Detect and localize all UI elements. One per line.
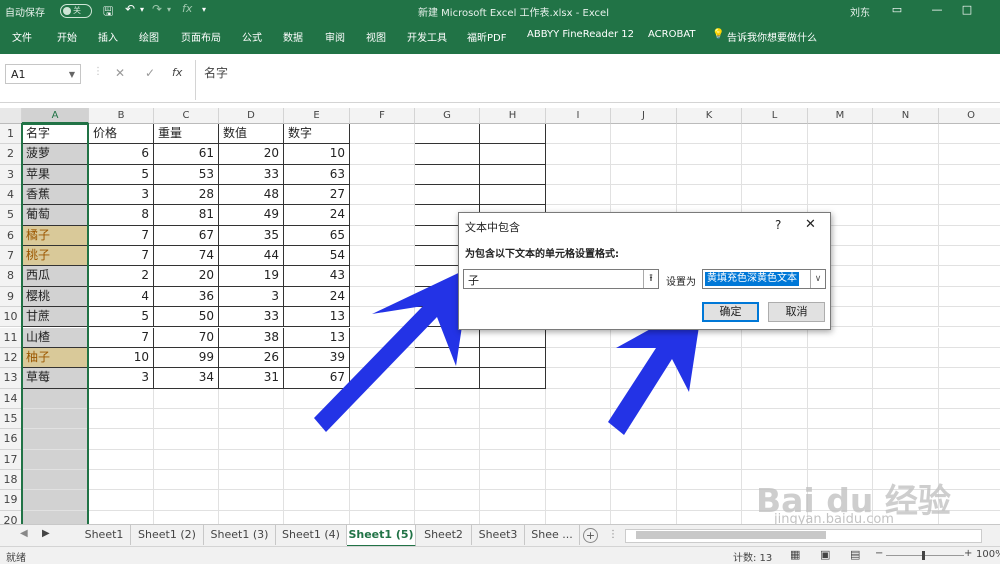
help-icon[interactable]: ?: [775, 218, 781, 232]
scroll-right-icon[interactable]: ▶: [42, 528, 50, 539]
watermark: Bai du 经验 jingyan.baidu.com: [756, 474, 996, 527]
sheet-tab-active[interactable]: Sheet1 (5): [347, 525, 416, 547]
ok-button[interactable]: 确定: [702, 302, 759, 322]
format-select[interactable]: 黄填充色深黄色文本 ∨: [702, 269, 826, 289]
sheet-tab[interactable]: Sheet1 (2): [131, 525, 204, 545]
close-icon[interactable]: ✕: [805, 217, 816, 232]
normal-view-icon[interactable]: ▦: [790, 548, 800, 561]
cancel-button[interactable]: 取消: [768, 302, 825, 322]
zoom-slider-thumb[interactable]: [922, 551, 925, 560]
scroll-left-icon[interactable]: ◀: [20, 528, 28, 539]
scrollbar-thumb[interactable]: [636, 531, 826, 539]
zoom-slider[interactable]: [886, 551, 964, 560]
sheet-tab[interactable]: Sheet1 (3): [204, 525, 276, 545]
sheet-tab[interactable]: Sheet2: [416, 525, 472, 545]
arrow-left-icon: [314, 267, 471, 432]
add-sheet-icon[interactable]: +: [583, 528, 598, 543]
zoom-level[interactable]: 100%: [976, 549, 1000, 560]
text-input-value: 子: [468, 274, 479, 287]
status-bar: 就绪 计数: 13 ▦ ▣ ▤ − + 100%: [0, 546, 1000, 564]
status-mode: 就绪: [6, 553, 26, 564]
chevron-down-icon[interactable]: ∨: [810, 270, 825, 288]
sheet-tab[interactable]: Sheet1 (4): [276, 525, 347, 545]
collapse-dialog-icon[interactable]: ⭱: [643, 270, 658, 288]
text-contains-dialog: 文本中包含 ? ✕ 为包含以下文本的单元格设置格式: 子 ⭱ 设置为 黄填充色深…: [458, 212, 831, 330]
sheet-tab[interactable]: Shee ...: [525, 525, 580, 545]
tab-splitter-icon[interactable]: ⋮: [608, 529, 618, 540]
status-count: 计数: 13: [733, 553, 773, 564]
dialog-instruction: 为包含以下文本的单元格设置格式:: [465, 249, 619, 260]
zoom-in-icon[interactable]: +: [964, 548, 972, 559]
horizontal-scrollbar[interactable]: [625, 529, 982, 543]
text-input[interactable]: 子 ⭱: [463, 269, 659, 289]
page-layout-view-icon[interactable]: ▣: [820, 548, 830, 561]
zoom-out-icon[interactable]: −: [875, 548, 883, 559]
sheet-tab[interactable]: Sheet1: [78, 525, 131, 545]
page-break-view-icon[interactable]: ▤: [850, 548, 860, 561]
sheet-tab[interactable]: Sheet3: [472, 525, 525, 545]
format-select-value: 黄填充色深黄色文本: [705, 272, 799, 286]
sheet-tab-bar: ◀ ▶ Sheet1 Sheet1 (2) Sheet1 (3) Sheet1 …: [0, 524, 1000, 547]
set-as-label: 设置为: [666, 277, 696, 288]
dialog-title: 文本中包含: [465, 221, 520, 234]
